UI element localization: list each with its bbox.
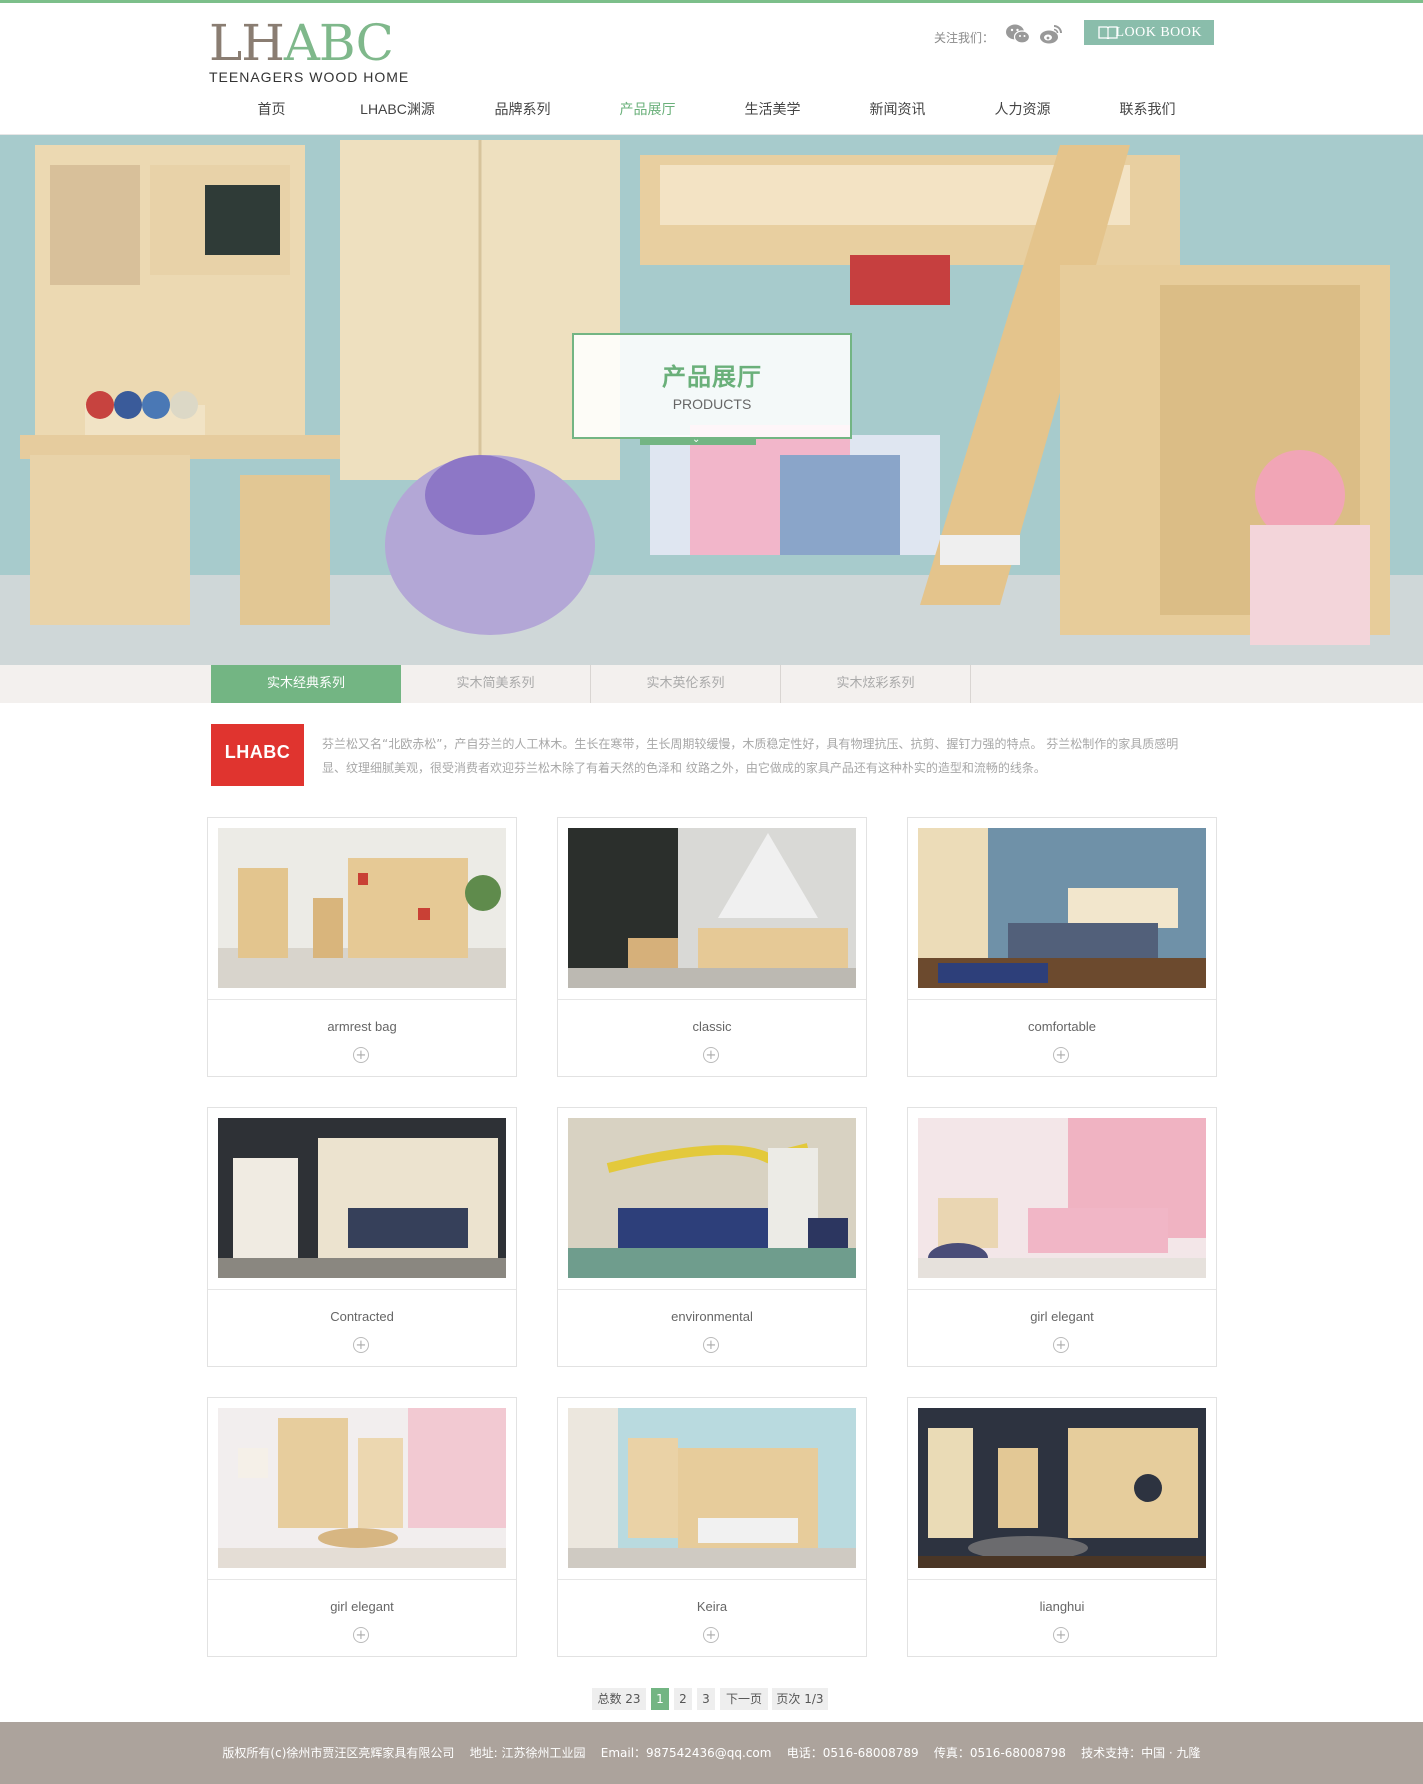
product-image — [918, 1118, 1206, 1278]
product-name: Keira — [696, 1599, 728, 1614]
logo-tagline: TEENAGERS WOOD HOME — [209, 69, 410, 85]
footer: 版权所有(c)徐州市贾汪区亮辉家具有限公司 地址: 江苏徐州工业园 Email：… — [0, 1722, 1423, 1784]
follow-label: 关注我们： — [934, 31, 995, 45]
plus-icon[interactable]: + — [353, 1047, 369, 1063]
product-name: environmental — [671, 1309, 753, 1324]
nav-home[interactable]: 首页 — [209, 99, 334, 119]
product-card[interactable]: Contracted + — [207, 1107, 517, 1367]
product-name: girl elegant — [1030, 1309, 1094, 1324]
main-nav: 首页 LHABC渊源 品牌系列 产品展厅 生活美学 新闻资讯 人力资源 联系我们 — [209, 99, 1216, 121]
series-tabbar: 实木经典系列 实木简美系列 实木英伦系列 实木炫彩系列 — [0, 665, 1423, 703]
banner-title: 产品展厅 — [662, 363, 762, 391]
product-image — [568, 828, 856, 988]
product-name: Contracted — [330, 1309, 394, 1324]
nav-products[interactable]: 产品展厅 — [585, 99, 710, 119]
product-image — [568, 1118, 856, 1278]
banner-title-box: 产品展厅 PRODUCTS ⌄ — [572, 333, 852, 445]
nav-brand-series[interactable]: 品牌系列 — [460, 99, 585, 119]
hero-banner: 产品展厅 PRODUCTS ⌄ — [0, 135, 1423, 665]
product-card[interactable]: armrest bag + — [207, 817, 517, 1077]
logo-wordmark: LHABC — [209, 14, 394, 72]
plus-icon[interactable]: + — [353, 1627, 369, 1643]
product-image — [218, 1408, 506, 1568]
nav-hr[interactable]: 人力资源 — [960, 99, 1085, 119]
page-2-button[interactable]: 2 — [674, 1688, 692, 1710]
tab-colorful-series[interactable]: 实木炫彩系列 — [781, 665, 971, 703]
pagination: 总数 23 1 2 3 下一页 页次 1/3 — [0, 1688, 1423, 1710]
plus-icon[interactable]: + — [1053, 1047, 1069, 1063]
product-card[interactable]: girl elegant + — [207, 1397, 517, 1657]
tab-simple-series[interactable]: 实木简美系列 — [401, 665, 591, 703]
nav-contact[interactable]: 联系我们 — [1085, 99, 1210, 119]
site-logo[interactable]: LHABC TEENAGERS WOOD HOME — [209, 17, 409, 85]
product-name: classic — [692, 1019, 732, 1034]
header: LHABC TEENAGERS WOOD HOME 关注我们： LOOK BOO… — [0, 3, 1423, 135]
plus-icon[interactable]: + — [703, 1627, 719, 1643]
footer-text: 版权所有(c)徐州市贾汪区亮辉家具有限公司 地址: 江苏徐州工业园 Email：… — [222, 1746, 1201, 1760]
product-image — [918, 828, 1206, 988]
chevron-down-icon: ⌄ — [692, 434, 701, 445]
product-card[interactable]: girl elegant + — [907, 1107, 1217, 1367]
banner-subtitle: PRODUCTS — [672, 396, 752, 412]
product-image — [918, 1408, 1206, 1568]
page-1-button[interactable]: 1 — [651, 1688, 669, 1710]
page-3-button[interactable]: 3 — [697, 1688, 715, 1710]
pagination-total: 总数 23 — [592, 1688, 646, 1710]
product-name: girl elegant — [330, 1599, 394, 1614]
product-name: comfortable — [1028, 1019, 1096, 1034]
banner-scroll-indicator[interactable]: ⌄ — [640, 434, 756, 445]
lookbook-label: LOOK BOOK — [1115, 25, 1202, 40]
product-card[interactable]: lianghui + — [907, 1397, 1217, 1657]
product-card[interactable]: Keira + — [557, 1397, 867, 1657]
product-name: armrest bag — [327, 1019, 397, 1034]
tab-classic-series[interactable]: 实木经典系列 — [211, 665, 401, 703]
nav-news[interactable]: 新闻资讯 — [835, 99, 960, 119]
wechat-icon[interactable] — [1005, 21, 1031, 47]
plus-icon[interactable]: + — [1053, 1337, 1069, 1353]
brand-logo: LHABC — [211, 724, 304, 786]
product-card[interactable]: environmental + — [557, 1107, 867, 1367]
plus-icon[interactable]: + — [353, 1337, 369, 1353]
plus-icon[interactable]: + — [703, 1047, 719, 1063]
product-image — [218, 1118, 506, 1278]
book-icon — [1098, 26, 1118, 39]
lookbook-button[interactable]: LOOK BOOK — [1084, 20, 1214, 45]
plus-icon[interactable]: + — [703, 1337, 719, 1353]
tab-british-series[interactable]: 实木英伦系列 — [591, 665, 781, 703]
weibo-icon[interactable] — [1038, 21, 1064, 47]
product-card[interactable]: classic + — [557, 817, 867, 1077]
plus-icon[interactable]: + — [1053, 1627, 1069, 1643]
product-image — [568, 1408, 856, 1568]
page-info: 页次 1/3 — [772, 1688, 828, 1710]
product-name: lianghui — [1039, 1599, 1085, 1614]
intro-text: 芬兰松又名“北欧赤松”，产自芬兰的人工林木。生长在寒带，生长周期较缓慢，木质稳定… — [322, 737, 1179, 775]
nav-lifestyle[interactable]: 生活美学 — [710, 99, 835, 119]
product-image — [218, 828, 506, 988]
next-page-button[interactable]: 下一页 — [720, 1688, 768, 1710]
nav-origin[interactable]: LHABC渊源 — [335, 99, 460, 119]
product-card[interactable]: comfortable + — [907, 817, 1217, 1077]
